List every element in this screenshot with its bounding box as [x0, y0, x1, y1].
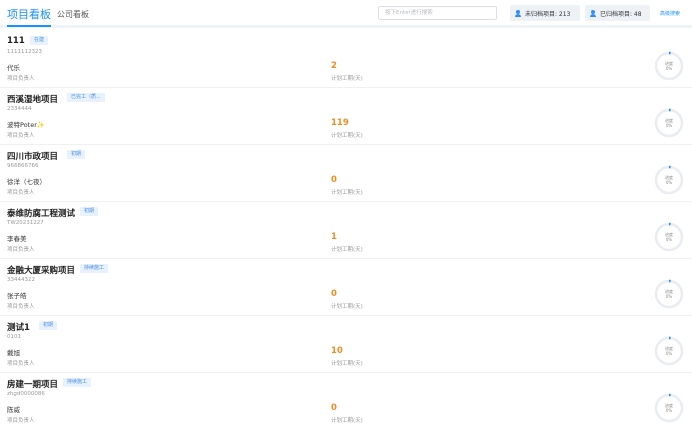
project-owner-label: 项目负责人 [7, 133, 35, 139]
project-owner: 代乐 [7, 64, 20, 72]
progress-text: 进度 0% [654, 279, 684, 309]
project-card[interactable]: 金融大厦采购项目 持续施工 33444322 张子皓项目负责人 0 计划工期(天) 进度 0% [0, 259, 692, 316]
progress-value: 0% [665, 180, 673, 185]
project-code: 2334444 [7, 106, 32, 112]
project-name[interactable]: 金融大厦采购项目 [7, 264, 75, 276]
project-owner-label: 项目负责人 [7, 304, 35, 310]
planned-duration-label: 计划工期(天) [331, 418, 363, 424]
progress-value: 0% [665, 294, 673, 299]
project-owner: 陈威 [7, 406, 20, 414]
progress-ring: 进度 0% [654, 222, 684, 252]
progress-ring: 进度 0% [654, 279, 684, 309]
advanced-search-link[interactable]: 高级搜索 [660, 10, 680, 17]
project-owner: 徐洋（七夜） [7, 178, 46, 186]
search-box[interactable] [378, 6, 497, 20]
project-owner-label: 项目负责人 [7, 361, 35, 367]
project-owner: 张子皓 [7, 292, 27, 300]
person-icon [515, 9, 521, 17]
project-code: zhgd0000086 [7, 391, 45, 397]
progress-ring: 进度 0% [654, 165, 684, 195]
filed-projects-label: 已归档项目: 48 [600, 10, 642, 18]
project-card[interactable]: 测试1 初期 0101 戴旭项目负责人 10 计划工期(天) 进度 0% [0, 316, 692, 373]
project-owner: 戴旭 [7, 349, 20, 357]
project-status-tag: 初期 [80, 207, 99, 216]
progress-value: 0% [665, 66, 673, 71]
project-code: 1111112323 [7, 49, 42, 55]
progress-text: 进度 0% [654, 165, 684, 195]
project-code: TW20231227 [7, 220, 44, 226]
progress-text: 进度 0% [654, 108, 684, 138]
project-owner: 波特Poter✨ [7, 121, 45, 129]
project-owner-label: 项目负责人 [7, 247, 35, 253]
project-status-tag: 持续施工 [63, 378, 92, 387]
project-code: 966866766 [7, 163, 39, 169]
project-status-tag: 已完工（质... [67, 93, 105, 102]
project-card[interactable]: 泰维防腐工程测试 初期 TW20231227 李春美项目负责人 1 计划工期(天) 进度 0% [0, 202, 692, 259]
planned-duration-value: 0 [331, 289, 337, 299]
planned-duration-label: 计划工期(天) [331, 361, 363, 367]
progress-value: 0% [665, 351, 673, 356]
board-header: 项目看板 公司看板 未归档项目: 213 已归档项目: 48 高级搜索 [0, 0, 692, 28]
tab-project-board[interactable]: 项目看板 [7, 6, 51, 27]
planned-duration-value: 0 [331, 175, 337, 185]
progress-text: 进度 0% [654, 393, 684, 423]
planned-duration-value: 1 [331, 232, 337, 242]
tab-company-board[interactable]: 公司看板 [57, 9, 89, 20]
project-name[interactable]: 测试1 [7, 321, 30, 333]
planned-duration-value: 2 [331, 61, 337, 71]
project-status-tag: 在建 [30, 36, 49, 45]
progress-ring: 进度 0% [654, 108, 684, 138]
planned-duration-label: 计划工期(天) [331, 247, 363, 253]
project-card[interactable]: 111 在建 1111112323 代乐项目负责人 2 计划工期(天) 进度 0% [0, 31, 692, 88]
project-status-tag: 持续施工 [80, 264, 109, 273]
planned-duration-label: 计划工期(天) [331, 304, 363, 310]
progress-ring: 进度 0% [654, 393, 684, 423]
progress-ring: 进度 0% [654, 336, 684, 366]
project-name[interactable]: 西溪湿地项目 [7, 93, 58, 105]
progress-text: 进度 0% [654, 51, 684, 81]
project-name[interactable]: 四川市政项目 [7, 150, 58, 162]
project-name[interactable]: 111 [7, 36, 25, 46]
planned-duration-value: 10 [331, 346, 343, 356]
progress-value: 0% [665, 237, 673, 242]
planned-duration-value: 119 [331, 118, 349, 128]
project-card[interactable]: 西溪湿地项目 已完工（质... 2334444 波特Poter✨ 项目负责人 119 计划工… [0, 88, 692, 145]
project-owner-label: 项目负责人 [7, 190, 35, 196]
project-card[interactable]: 房建一期项目 持续施工 zhgd0000086 陈威项目负责人 0 计划工期(天) 进度 0% [0, 373, 692, 429]
progress-text: 进度 0% [654, 336, 684, 366]
filed-projects-button[interactable]: 已归档项目: 48 [585, 5, 650, 21]
unfiled-projects-button[interactable]: 未归档项目: 213 [510, 5, 580, 21]
search-input[interactable] [379, 7, 496, 19]
planned-duration-label: 计划工期(天) [331, 76, 363, 82]
project-owner-label: 项目负责人 [7, 76, 35, 82]
progress-text: 进度 0% [654, 222, 684, 252]
project-name[interactable]: 房建一期项目 [7, 378, 58, 390]
project-owner: 李春美 [7, 235, 27, 243]
project-name[interactable]: 泰维防腐工程测试 [7, 207, 75, 219]
planned-duration-label: 计划工期(天) [331, 190, 363, 196]
project-card[interactable]: 四川市政项目 初期 966866766 徐洋（七夜） 项目负责人 0 计划工期(天) 进度 0% [0, 145, 692, 202]
project-owner-label: 项目负责人 [7, 418, 35, 424]
progress-ring: 进度 0% [654, 51, 684, 81]
planned-duration-label: 计划工期(天) [331, 133, 363, 139]
project-status-tag: 初期 [67, 150, 86, 159]
person-icon [590, 9, 596, 17]
project-list: 111 在建 1111112323 代乐 项目负责人 2 计划工期(天) 进度 0% 西溪湿地项目… [0, 31, 692, 429]
project-status-tag: 初期 [39, 321, 58, 330]
project-code: 33444322 [7, 277, 35, 283]
progress-value: 0% [665, 123, 673, 128]
project-code: 0101 [7, 334, 21, 340]
planned-duration-value: 0 [331, 403, 337, 413]
progress-value: 0% [665, 408, 673, 413]
unfiled-projects-label: 未归档项目: 213 [525, 10, 571, 18]
